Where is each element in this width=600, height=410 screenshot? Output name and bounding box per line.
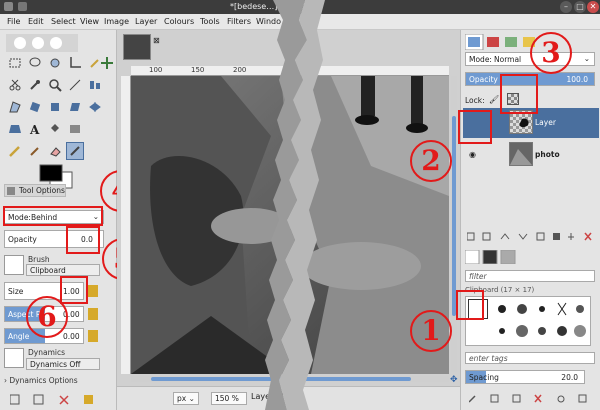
annotation-rect-opacity xyxy=(66,226,100,254)
layer-row[interactable]: ◉ photo xyxy=(463,140,599,170)
pin-icon[interactable] xyxy=(18,2,27,11)
scale-tool-icon[interactable] xyxy=(46,98,64,116)
shear-tool-icon[interactable] xyxy=(66,98,84,116)
brushes-dock-tabs[interactable] xyxy=(465,250,525,264)
menu-image[interactable]: Image xyxy=(104,17,129,26)
layer-name[interactable]: photo xyxy=(535,150,560,159)
brush-filter-input[interactable]: filter xyxy=(465,270,595,282)
eraser-tool-icon[interactable] xyxy=(46,142,64,160)
bucket-fill-tool-icon[interactable] xyxy=(46,120,64,138)
rotate-tool-icon[interactable] xyxy=(26,98,44,116)
color-picker-icon[interactable] xyxy=(26,76,44,94)
pencil-tool-icon[interactable] xyxy=(6,142,24,160)
close-button[interactable]: ✕ xyxy=(587,1,599,13)
angle-value: 0.00 xyxy=(63,332,80,341)
app-menu-icon[interactable] xyxy=(4,2,13,11)
menu-tools[interactable]: Tools xyxy=(200,17,220,26)
brush-spacing-spinner[interactable]: Spacing 20.0 xyxy=(465,370,585,384)
vertical-ruler[interactable] xyxy=(121,76,131,374)
dynamics-label: Dynamics xyxy=(28,348,65,357)
image-tab-thumbnail[interactable] xyxy=(123,34,151,60)
lasso-tool-icon[interactable] xyxy=(26,54,44,72)
layers-footer-icons[interactable] xyxy=(467,232,595,242)
annotation-6: 6 xyxy=(26,296,68,338)
menu-layer[interactable]: Layer xyxy=(135,17,157,26)
menu-filters[interactable]: Filters xyxy=(227,17,251,26)
text-tool-icon[interactable]: A xyxy=(26,120,44,138)
scissors-tool-icon[interactable] xyxy=(6,76,24,94)
tool-options-footer-icons[interactable] xyxy=(10,394,100,406)
lock-pixels-icon[interactable]: 🖌 xyxy=(489,95,499,104)
unit-select[interactable]: px ⌄ xyxy=(173,392,199,405)
annotation-1: 1 xyxy=(410,310,452,352)
align-tool-icon[interactable] xyxy=(86,76,104,94)
annotation-2: 2 xyxy=(410,140,452,182)
layer-mode-value: Normal xyxy=(494,55,522,64)
layer-opacity-value: 100.0 xyxy=(566,75,588,84)
fuzzy-select-tool-icon[interactable] xyxy=(46,54,64,72)
annotation-rect-size xyxy=(60,276,88,304)
brush-name-field[interactable]: Clipboard xyxy=(26,264,100,276)
reset-aspect-icon[interactable] xyxy=(88,308,98,320)
brush-label: Brush xyxy=(28,255,50,264)
tool-options-icon xyxy=(7,187,15,195)
reset-size-icon[interactable] xyxy=(88,285,98,297)
dynamics-field[interactable]: Dynamics Off xyxy=(26,358,100,370)
minimize-button[interactable]: – xyxy=(560,1,572,13)
move-tool-icon[interactable] xyxy=(98,54,116,72)
dynamics-preview[interactable] xyxy=(4,348,24,368)
annotation-rect-lock xyxy=(500,74,538,114)
brushes-footer-icons[interactable] xyxy=(469,394,589,404)
close-tab-icon[interactable]: ⊠ xyxy=(153,36,160,45)
menu-select[interactable]: Select xyxy=(51,17,76,26)
gimp-window: *[bedese…]-9 – GIMP – □ ✕ File Edit Sele… xyxy=(0,0,600,410)
annotation-rect-mode xyxy=(3,206,103,226)
visibility-eye-icon[interactable]: ◉ xyxy=(469,150,476,159)
rect-select-tool-icon[interactable] xyxy=(6,54,24,72)
lock-label: Lock: xyxy=(465,96,485,105)
crop-tool-icon[interactable] xyxy=(66,54,84,72)
layer-name[interactable]: Layer xyxy=(535,118,556,127)
menu-file[interactable]: File xyxy=(7,17,20,26)
photo-thumbnail xyxy=(509,142,533,166)
annotation-3: 3 xyxy=(530,32,572,74)
blend-tool-icon[interactable] xyxy=(66,120,84,138)
vertical-scrollbar[interactable] xyxy=(451,76,457,372)
perspective-tool-icon[interactable] xyxy=(6,120,24,138)
maximize-button[interactable]: □ xyxy=(574,1,586,13)
zoom-select[interactable]: 150 % ⌄ xyxy=(211,392,247,410)
spacing-value: 20.0 xyxy=(561,373,578,382)
airbrush-tool-icon[interactable] xyxy=(66,142,84,160)
flip-tool-icon[interactable] xyxy=(86,98,104,116)
torn-paper-overlay xyxy=(265,0,325,410)
menu-view[interactable]: View xyxy=(80,17,99,26)
menu-edit[interactable]: Edit xyxy=(28,17,44,26)
measure-tool-icon[interactable] xyxy=(66,76,84,94)
annotation-rect-brush xyxy=(456,290,484,320)
annotation-rect-layer xyxy=(458,110,492,144)
chevron-down-icon: ⌄ xyxy=(583,54,590,63)
transform-tool-icon[interactable] xyxy=(6,98,24,116)
brush-tags-input[interactable]: enter tags xyxy=(465,352,595,364)
dynamics-options-expander[interactable]: › Dynamics Options xyxy=(4,376,78,385)
zoom-tool-icon[interactable] xyxy=(46,76,64,94)
paintbrush-tool-icon[interactable] xyxy=(26,142,44,160)
brush-preview[interactable] xyxy=(4,255,24,275)
menu-colours[interactable]: Colours xyxy=(164,17,194,26)
svg-text:A: A xyxy=(29,123,40,136)
reset-angle-icon[interactable] xyxy=(88,330,98,342)
navigate-icon[interactable]: ✥ xyxy=(450,375,458,385)
gimp-logo xyxy=(6,34,78,52)
